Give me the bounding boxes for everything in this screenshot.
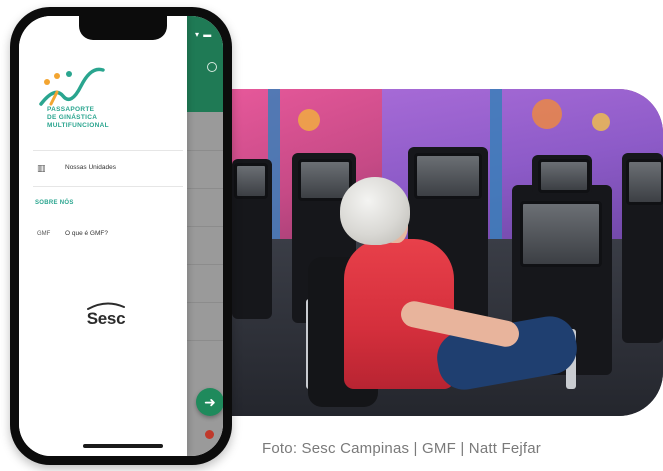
- bike-screen: [538, 159, 590, 193]
- sesc-wordmark: Sesc: [86, 309, 126, 328]
- menu-item-nossas-unidades[interactable]: ▥ Nossas Unidades: [19, 156, 187, 180]
- bike-screen: [626, 159, 663, 205]
- menu-divider: [33, 150, 183, 151]
- list-divider: [187, 150, 223, 151]
- home-indicator[interactable]: [83, 444, 163, 448]
- section-title: SOBRE NÓS: [35, 200, 74, 206]
- menu-item-o-que-e-gmf[interactable]: GMF O que é GMF?: [19, 222, 187, 246]
- logo-line: MULTIFUNCIONAL: [47, 122, 109, 129]
- navigation-drawer: PASSAPORTE DE GINÁSTICA MULTIFUNCIONAL ▥…: [19, 16, 187, 456]
- bike-screen: [414, 153, 482, 199]
- photo-wall-decoration: [298, 109, 320, 131]
- photo-column: [490, 89, 502, 259]
- arrow-right-icon[interactable]: ➜: [196, 388, 223, 416]
- info-icon: GMF: [37, 231, 51, 237]
- menu-item-label: O que é GMF?: [65, 230, 108, 237]
- gym-photo: [232, 89, 663, 416]
- logo-wordmark: PASSAPORTE DE GINÁSTICA MULTIFUNCIONAL: [47, 106, 109, 130]
- bike-screen: [520, 201, 602, 267]
- phone-notch: [79, 16, 167, 40]
- photo-wall-decoration: [592, 113, 610, 131]
- list-divider: [187, 340, 223, 341]
- list-divider: [187, 226, 223, 227]
- app-header: ▾ ▬: [187, 16, 223, 112]
- list-divider: [187, 302, 223, 303]
- home-icon: ▥: [37, 163, 46, 173]
- logo-line: DE GINÁSTICA: [47, 114, 98, 121]
- phone-screen: ▾ ▬ ➜ PASSAPORTE DE GINÁSTICA MULTIFUNCI…: [19, 16, 223, 456]
- bike-screen: [234, 163, 268, 199]
- list-divider: [187, 188, 223, 189]
- phone-mockup: ▾ ▬ ➜ PASSAPORTE DE GINÁSTICA MULTIFUNCI…: [10, 7, 232, 465]
- menu-item-label: Nossas Unidades: [65, 164, 116, 171]
- list-divider: [187, 264, 223, 265]
- search-icon[interactable]: [207, 62, 217, 72]
- photo-wall-decoration: [532, 99, 562, 129]
- photo-credit: Foto: Sesc Campinas | GMF | Natt Fejfar: [262, 440, 542, 457]
- menu-divider: [33, 186, 183, 187]
- status-bar-icons: ▾ ▬: [195, 30, 213, 39]
- app-background: ▾ ▬ ➜: [187, 16, 223, 456]
- logo-line: PASSAPORTE: [47, 106, 95, 113]
- page: Foto: Sesc Campinas | GMF | Natt Fejfar …: [0, 0, 663, 471]
- person-hair: [340, 177, 410, 245]
- notification-dot: [205, 430, 214, 439]
- sesc-logo: Sesc: [71, 301, 141, 331]
